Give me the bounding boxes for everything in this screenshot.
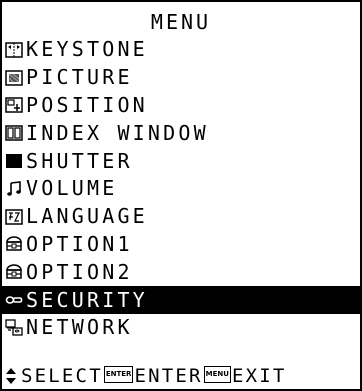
- menu-panel: MENU KEYSTONE PICTURE POSITION INDEX WIN…: [0, 0, 362, 391]
- enter-hint: ENTER: [134, 364, 203, 387]
- menu-item-label: VOLUME: [26, 176, 118, 201]
- enter-key-icon: ENTER: [103, 366, 134, 383]
- exit-hint: EXIT: [231, 364, 287, 387]
- footer-hint-bar: SELECT ENTER ENTER MENU EXIT: [2, 362, 360, 389]
- menu-item-picture[interactable]: PICTURE: [2, 64, 360, 92]
- menu-item-security[interactable]: SECURITY: [2, 286, 360, 314]
- menu-item-option2[interactable]: OPTION2: [2, 258, 360, 286]
- menu-item-label: NETWORK: [26, 315, 133, 340]
- select-hint: SELECT: [21, 364, 103, 387]
- network-icon: [5, 319, 23, 337]
- index-window-icon: [5, 124, 23, 142]
- menu-item-network[interactable]: NETWORK: [2, 314, 360, 342]
- menu-item-language[interactable]: LANGUAGE: [2, 203, 360, 231]
- position-icon: [5, 96, 23, 114]
- menu-item-label: OPTION1: [26, 231, 133, 256]
- menu-item-label: OPTION2: [26, 259, 133, 284]
- menu-item-position[interactable]: POSITION: [2, 92, 360, 120]
- menu-item-volume[interactable]: VOLUME: [2, 175, 360, 203]
- menu-item-label: SECURITY: [26, 287, 148, 312]
- up-down-arrow-icon: [5, 367, 17, 385]
- picture-icon: [5, 69, 23, 87]
- menu-item-shutter[interactable]: SHUTTER: [2, 147, 360, 175]
- menu-item-label: LANGUAGE: [26, 204, 148, 229]
- menu-item-label: KEYSTONE: [26, 37, 148, 62]
- shutter-icon: [5, 152, 23, 170]
- menu-item-label: INDEX WINDOW: [26, 120, 209, 145]
- menu-item-index-window[interactable]: INDEX WINDOW: [2, 119, 360, 147]
- option-icon: [5, 235, 23, 253]
- menu-item-label: SHUTTER: [26, 148, 133, 173]
- menu-item-label: PICTURE: [26, 65, 133, 90]
- language-icon: [5, 208, 23, 226]
- volume-icon: [5, 180, 23, 198]
- keystone-icon: [5, 41, 23, 59]
- option-icon: [5, 263, 23, 281]
- menu-key-icon: MENU: [203, 366, 231, 383]
- menu-title: MENU: [150, 10, 212, 34]
- key-icon: [5, 291, 23, 309]
- menu-item-keystone[interactable]: KEYSTONE: [2, 36, 360, 64]
- menu-item-option1[interactable]: OPTION1: [2, 231, 360, 259]
- menu-item-label: POSITION: [26, 92, 148, 117]
- menu-list: KEYSTONE PICTURE POSITION INDEX WINDOW S…: [2, 36, 360, 342]
